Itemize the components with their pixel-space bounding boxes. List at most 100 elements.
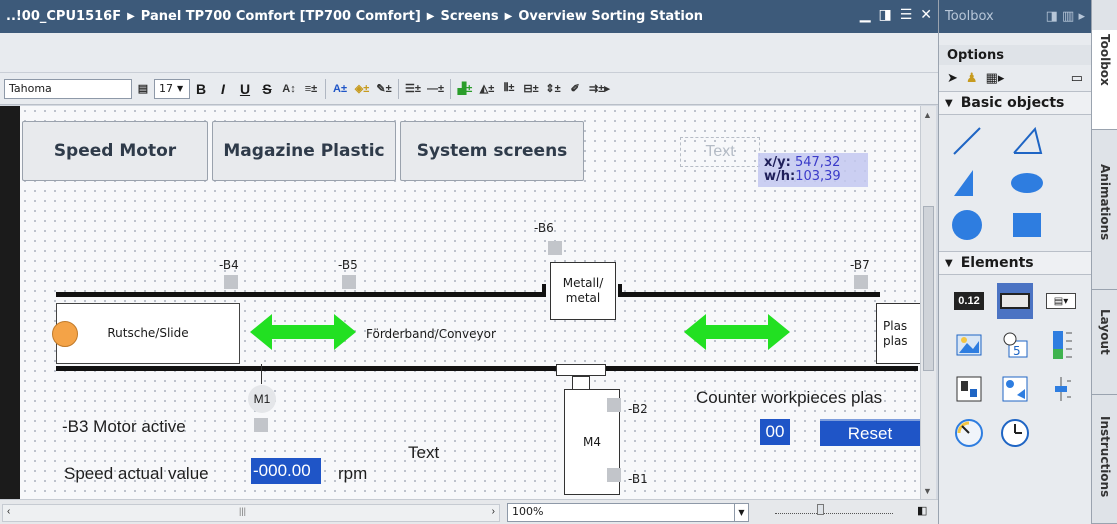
graphic-io-icon[interactable] bbox=[951, 327, 987, 363]
clock-icon[interactable] bbox=[997, 415, 1033, 451]
person-icon[interactable]: ♟ bbox=[966, 70, 978, 86]
io-field-icon[interactable]: 0.12 bbox=[951, 283, 987, 319]
conveyor-rail-top-left bbox=[56, 292, 546, 297]
date-time-icon[interactable]: 5 bbox=[997, 327, 1033, 363]
format-painter-icon[interactable]: ✐ bbox=[567, 79, 583, 99]
breadcrumb-item-panel[interactable]: Panel TP700 Comfort [TP700 Comfort] bbox=[141, 9, 421, 24]
speed-motor-button[interactable]: Speed Motor bbox=[22, 121, 208, 181]
line-style-icon[interactable]: ☰± bbox=[405, 79, 421, 99]
sensor-b5-indicator[interactable] bbox=[342, 275, 356, 289]
font-color-icon[interactable]: A± bbox=[332, 79, 348, 99]
distribute-icon[interactable]: ⫴± bbox=[501, 79, 517, 99]
zoom-slider[interactable] bbox=[775, 504, 893, 515]
rotate-icon[interactable]: ◭± bbox=[479, 79, 495, 99]
scroll-right-icon[interactable]: › bbox=[492, 506, 495, 517]
tab-layout[interactable]: Layout bbox=[1092, 305, 1117, 395]
speed-io-field[interactable]: -000.00 bbox=[251, 458, 321, 484]
m4-pusher-head bbox=[556, 364, 606, 376]
tab-toolbox[interactable]: Toolbox bbox=[1092, 30, 1117, 130]
strikethrough-button[interactable]: S bbox=[259, 79, 275, 99]
ellipse-icon[interactable] bbox=[1009, 165, 1045, 201]
sensor-b2-indicator[interactable] bbox=[607, 398, 621, 412]
screen-canvas[interactable]: Speed Motor Magazine Plastic System scre… bbox=[20, 106, 920, 499]
polygon-icon[interactable] bbox=[949, 165, 985, 201]
plastic-box[interactable]: Plas plas bbox=[876, 303, 920, 364]
font-dialog-icon[interactable]: ▤ bbox=[135, 79, 151, 99]
overview-icon[interactable]: ◧ bbox=[917, 504, 927, 517]
text-label[interactable]: Text bbox=[408, 443, 439, 463]
panel-icon[interactable]: ▭ bbox=[1071, 70, 1083, 86]
same-size-icon[interactable]: ⊟± bbox=[523, 79, 539, 99]
scroll-up-icon[interactable]: ▲ bbox=[923, 110, 932, 120]
font-name-select[interactable]: Tahoma bbox=[4, 78, 132, 99]
panel-controls-icon[interactable]: ◨ ▥ ▸ bbox=[1046, 9, 1085, 24]
vertical-scroll-thumb[interactable] bbox=[923, 206, 934, 371]
horizontal-scrollbar[interactable]: ‹ ||| › bbox=[2, 504, 500, 522]
breadcrumb-item-screens[interactable]: Screens bbox=[441, 9, 499, 24]
system-screens-button[interactable]: System screens bbox=[400, 121, 584, 181]
view-icon[interactable]: ▦▸ bbox=[986, 70, 1005, 86]
chevron-down-icon: ▼ bbox=[945, 97, 953, 109]
options-header[interactable]: Options bbox=[939, 45, 1091, 65]
conveyor-rail-bottom bbox=[56, 366, 918, 371]
elements-header[interactable]: ▼ Elements bbox=[939, 251, 1091, 275]
font-size-select[interactable]: 17 ▼ bbox=[154, 78, 190, 99]
scroll-grip-icon[interactable]: ||| bbox=[239, 506, 246, 516]
polyline-icon[interactable] bbox=[1009, 123, 1045, 159]
basic-objects-header[interactable]: ▼ Basic objects bbox=[939, 91, 1091, 115]
sensor-b4-indicator[interactable] bbox=[224, 275, 238, 289]
slide-lamp-indicator[interactable] bbox=[52, 321, 78, 347]
zoom-slider-knob[interactable] bbox=[817, 504, 824, 515]
vertical-scrollbar[interactable]: ▲ ▼ bbox=[920, 106, 936, 499]
tab-layout-label: Layout bbox=[1098, 309, 1112, 355]
magazine-plastic-button[interactable]: Magazine Plastic bbox=[212, 121, 396, 181]
button-icon[interactable] bbox=[997, 283, 1033, 319]
symbolic-io-icon[interactable]: ▤▾ bbox=[1043, 283, 1079, 319]
gauge-icon[interactable] bbox=[951, 415, 987, 451]
dragged-text-object[interactable]: Text bbox=[680, 137, 760, 167]
font-size-up-icon[interactable]: A↕ bbox=[281, 79, 297, 99]
underline-button[interactable]: U bbox=[237, 79, 253, 99]
maximize-icon[interactable]: ☰ bbox=[900, 7, 913, 23]
line-color-icon[interactable]: ✎± bbox=[376, 79, 392, 99]
slider-icon[interactable] bbox=[1043, 371, 1079, 407]
pointer-icon[interactable]: ➤ bbox=[947, 70, 958, 86]
metal-pusher-box[interactable]: Metall/ metal bbox=[550, 262, 616, 320]
order-icon[interactable]: ⇕± bbox=[545, 79, 561, 99]
line-icon[interactable] bbox=[949, 123, 985, 159]
tab-instructions[interactable]: Instructions bbox=[1092, 412, 1117, 524]
switch-icon[interactable] bbox=[951, 371, 987, 407]
float-icon[interactable]: ◨ bbox=[878, 7, 891, 23]
align-objects-icon[interactable]: ▟± bbox=[457, 79, 473, 99]
text-align-icon[interactable]: ≡± bbox=[303, 79, 319, 99]
fill-color-icon[interactable]: ◈± bbox=[354, 79, 370, 99]
wh-value: 103,39 bbox=[795, 169, 841, 184]
bar-icon[interactable] bbox=[1043, 327, 1079, 363]
symbol-library-icon[interactable] bbox=[997, 371, 1033, 407]
circle-icon[interactable] bbox=[949, 207, 985, 243]
scroll-left-icon[interactable]: ‹ bbox=[7, 506, 10, 517]
sensor-b1-indicator[interactable] bbox=[607, 468, 621, 482]
minimize-icon[interactable]: ▁ bbox=[860, 7, 871, 23]
tab-animations[interactable]: Animations bbox=[1092, 160, 1117, 290]
window-controls: ▁ ◨ ☰ ✕ bbox=[860, 7, 932, 23]
scroll-down-icon[interactable]: ▼ bbox=[923, 486, 932, 496]
breadcrumb-item-screen[interactable]: Overview Sorting Station bbox=[518, 9, 703, 24]
font-size-value: 17 bbox=[159, 82, 173, 95]
rectangle-icon[interactable] bbox=[1009, 207, 1045, 243]
sensor-b7-indicator[interactable] bbox=[854, 275, 868, 289]
sensor-b6-indicator[interactable] bbox=[548, 241, 562, 255]
more-tools-icon[interactable]: ⇉±▸ bbox=[589, 79, 610, 99]
italic-button[interactable]: I bbox=[215, 79, 231, 99]
counter-io-field[interactable]: 00 bbox=[760, 419, 790, 445]
line-width-icon[interactable]: —± bbox=[427, 79, 444, 99]
slide-box[interactable]: Rutsche/Slide bbox=[56, 303, 240, 364]
zoom-select[interactable]: 100% ▼ bbox=[507, 503, 749, 522]
close-icon[interactable]: ✕ bbox=[920, 7, 932, 23]
motor-active-indicator[interactable] bbox=[254, 418, 268, 432]
editor-status-bar: ‹ ||| › 100% ▼ ◧ bbox=[0, 499, 938, 524]
reset-button[interactable]: Reset bbox=[820, 419, 920, 446]
bold-button[interactable]: B bbox=[193, 79, 209, 99]
breadcrumb-item-plc[interactable]: ..!00_CPU1516F bbox=[6, 9, 121, 24]
motor-m1[interactable]: M1 bbox=[248, 385, 276, 413]
